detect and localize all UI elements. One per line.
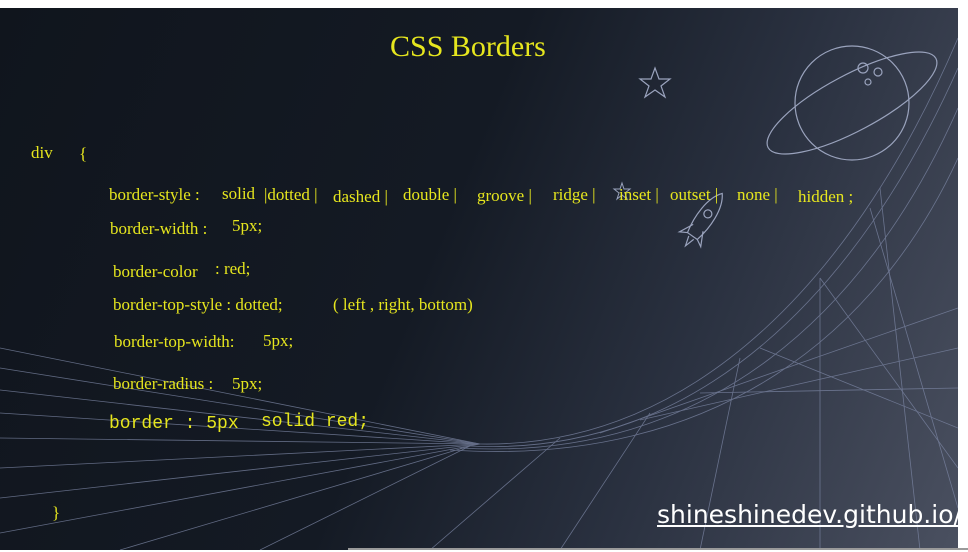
page-title: CSS Borders	[390, 30, 546, 63]
sides-note: ( left , right, bottom)	[333, 295, 473, 314]
close-brace: }	[52, 503, 61, 522]
style-value: outset |	[670, 185, 719, 204]
border-top-width-value: 5px;	[263, 331, 294, 350]
string-art-curves	[0, 37, 958, 550]
style-value: inset |	[619, 185, 659, 204]
border-width-label: border-width :	[110, 219, 208, 238]
border-top-style-label: border-top-style : dotted;	[113, 295, 283, 314]
style-value: ridge |	[553, 185, 596, 204]
star-icon	[638, 66, 672, 99]
style-value: solid	[222, 184, 256, 203]
style-value: groove |	[477, 186, 532, 205]
style-value: none |	[737, 185, 778, 204]
border-top-width-label: border-top-width:	[114, 332, 235, 351]
style-value: double |	[403, 185, 457, 204]
open-brace: {	[79, 144, 88, 163]
style-value: |dotted |	[264, 185, 318, 204]
planet-icon	[766, 45, 938, 161]
style-value: hidden ;	[798, 187, 854, 206]
watermark-link[interactable]: shineshinedev.github.io/me	[657, 502, 968, 527]
border-style-label: border-style :	[109, 185, 200, 204]
style-value: dashed |	[333, 187, 388, 206]
border-radius-label: border-radius :	[113, 374, 214, 393]
border-width-value: 5px;	[232, 216, 263, 235]
slide: CSS Borders div { border-style : solid |…	[0, 8, 958, 550]
border-shorthand-value: solid red;	[261, 412, 370, 432]
bottom-divider	[348, 548, 968, 550]
border-radius-value: 5px;	[232, 374, 263, 393]
css-selector: div	[31, 143, 53, 162]
border-shorthand-label: border : 5px	[109, 414, 239, 434]
border-color-value: : red;	[215, 259, 251, 278]
border-color-label: border-color	[113, 262, 198, 281]
